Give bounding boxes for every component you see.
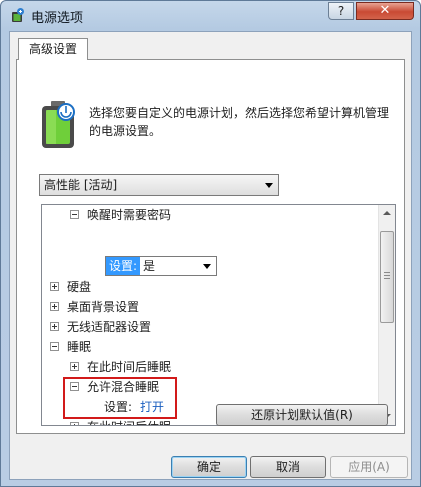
tree-item-label: 无线适配器设置 — [67, 320, 152, 334]
tree-item-label: 睡眠 — [67, 340, 92, 354]
power-plan-value: 高性能 [活动] — [44, 178, 118, 192]
tree-item-label: 在此时间后休眠 — [87, 417, 171, 425]
advanced-settings-panel: 选择您要自定义的电源计划，然后选择您希望计算机管理的电源设置。 高性能 [活动]… — [16, 59, 405, 434]
expand-icon[interactable] — [70, 362, 79, 371]
scroll-up-button[interactable] — [379, 205, 395, 222]
tree-item-label: 桌面背景设置 — [67, 300, 140, 314]
tree-item-label: 唤醒时需要密码 — [87, 208, 172, 222]
expand-icon[interactable] — [50, 302, 59, 311]
help-button[interactable]: ? — [328, 2, 354, 20]
collapse-icon[interactable] — [70, 210, 79, 219]
restore-defaults-button[interactable]: 还原计划默认值(R) — [216, 404, 388, 426]
collapse-icon[interactable] — [50, 342, 59, 351]
setting-value: 是 — [143, 259, 156, 273]
close-button[interactable]: ✕ — [356, 2, 414, 20]
power-plan-select[interactable]: 高性能 [活动] — [39, 174, 279, 196]
chevron-down-icon — [265, 183, 273, 188]
vertical-scrollbar[interactable] — [378, 205, 395, 425]
window-title: 电源选项 — [31, 11, 84, 26]
expand-icon[interactable] — [70, 422, 79, 425]
grip-line — [384, 278, 390, 279]
setting-label: 设置: — [106, 257, 141, 275]
highlight-box — [63, 377, 177, 419]
dialog-body: 高级设置 选择您要自定义的电源计划，然后选择您希望计算机管理的电源设置。 高性能… — [9, 31, 412, 480]
expand-icon[interactable] — [50, 322, 59, 331]
ok-button[interactable]: 确定 — [171, 456, 247, 478]
chevron-down-icon — [203, 264, 211, 269]
description-text: 选择您要自定义的电源计划，然后选择您希望计算机管理的电源设置。 — [89, 106, 390, 138]
cancel-button[interactable]: 取消 — [250, 456, 326, 478]
grip-line — [384, 272, 390, 273]
scroll-thumb[interactable] — [380, 231, 394, 323]
grip-line — [384, 275, 390, 276]
expand-icon[interactable] — [50, 282, 59, 291]
title-bar[interactable]: 电源选项 ? ✕ — [1, 1, 420, 29]
tree-item-label: 在此时间后睡眠 — [87, 360, 172, 374]
tree-item-label: 硬盘 — [67, 280, 92, 294]
wake-password-setting-select[interactable]: 设置: 是 — [105, 256, 217, 276]
battery-icon — [42, 101, 75, 148]
tab-advanced-settings[interactable]: 高级设置 — [18, 38, 88, 60]
settings-tree[interactable]: 唤醒时需要密码 设置: 是 硬盘 桌面背景设置 无线适配器设置 睡眠 在此时间后… — [41, 204, 396, 426]
arrow-up-icon — [383, 211, 391, 215]
power-options-window: 电源选项 ? ✕ 高级设置 选择您要自定义的电源计划，然后选择您希望计算机管理的… — [0, 0, 421, 487]
power-options-icon — [12, 8, 24, 22]
apply-button[interactable]: 应用(A) — [330, 456, 408, 478]
